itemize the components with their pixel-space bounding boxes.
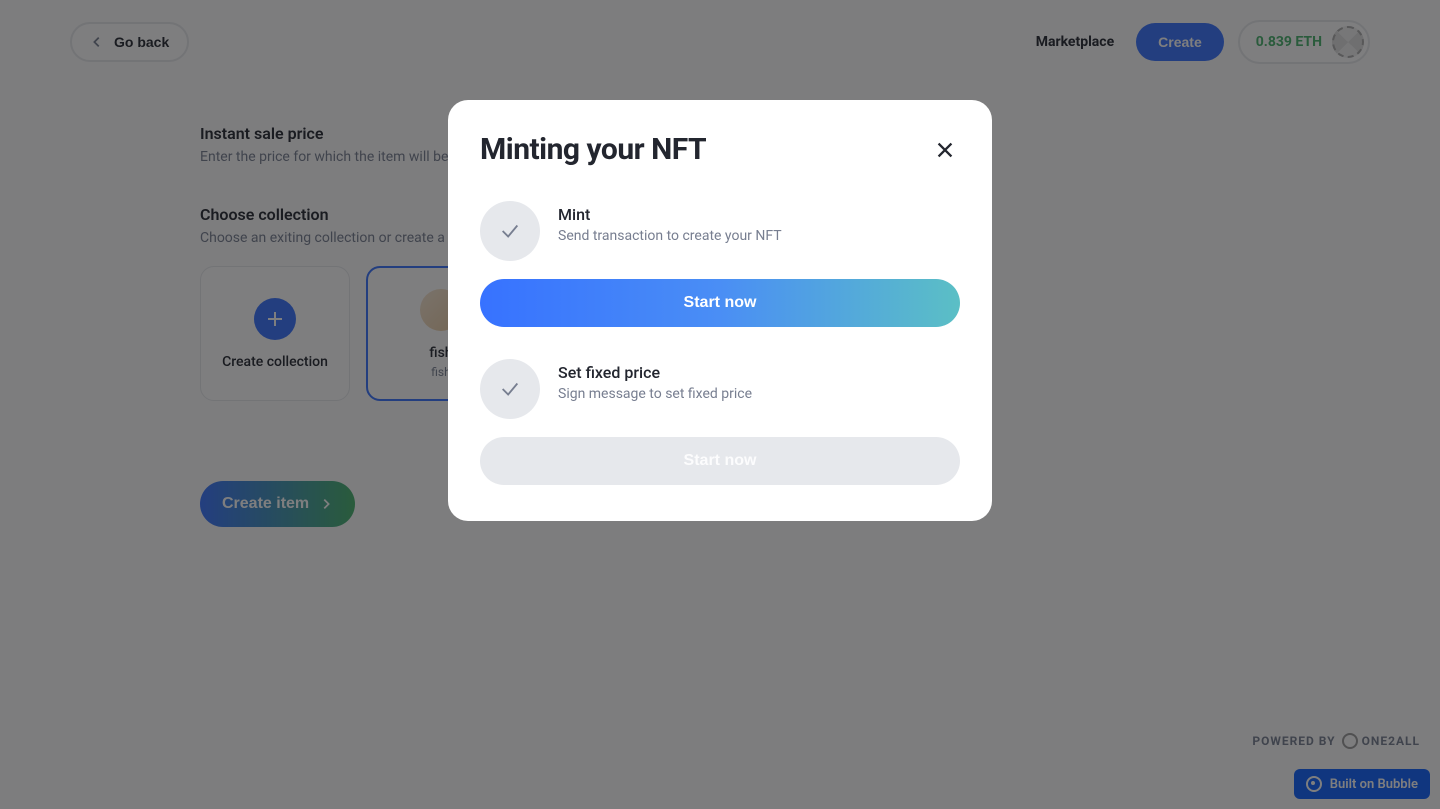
modal-title: Minting your NFT: [480, 132, 706, 167]
modal-header: Minting your NFT: [480, 132, 960, 167]
set-price-step-icon: [480, 359, 540, 419]
check-icon: [499, 378, 521, 400]
set-price-start-button: Start now: [480, 437, 960, 485]
mint-step-icon: [480, 201, 540, 261]
mint-step-content: Mint Send transaction to create your NFT: [558, 201, 782, 244]
close-icon: [934, 139, 956, 161]
minting-modal: Minting your NFT Mint Send transaction t…: [448, 100, 992, 521]
mint-step: Mint Send transaction to create your NFT: [480, 201, 960, 261]
set-price-step-content: Set fixed price Sign message to set fixe…: [558, 359, 752, 402]
set-price-step-desc: Sign message to set fixed price: [558, 386, 752, 402]
mint-step-desc: Send transaction to create your NFT: [558, 228, 782, 244]
mint-start-button[interactable]: Start now: [480, 279, 960, 327]
close-button[interactable]: [930, 135, 960, 165]
set-price-step-title: Set fixed price: [558, 363, 752, 382]
modal-overlay[interactable]: Minting your NFT Mint Send transaction t…: [0, 0, 1440, 809]
mint-step-title: Mint: [558, 205, 782, 224]
set-price-step: Set fixed price Sign message to set fixe…: [480, 359, 960, 419]
check-icon: [499, 220, 521, 242]
